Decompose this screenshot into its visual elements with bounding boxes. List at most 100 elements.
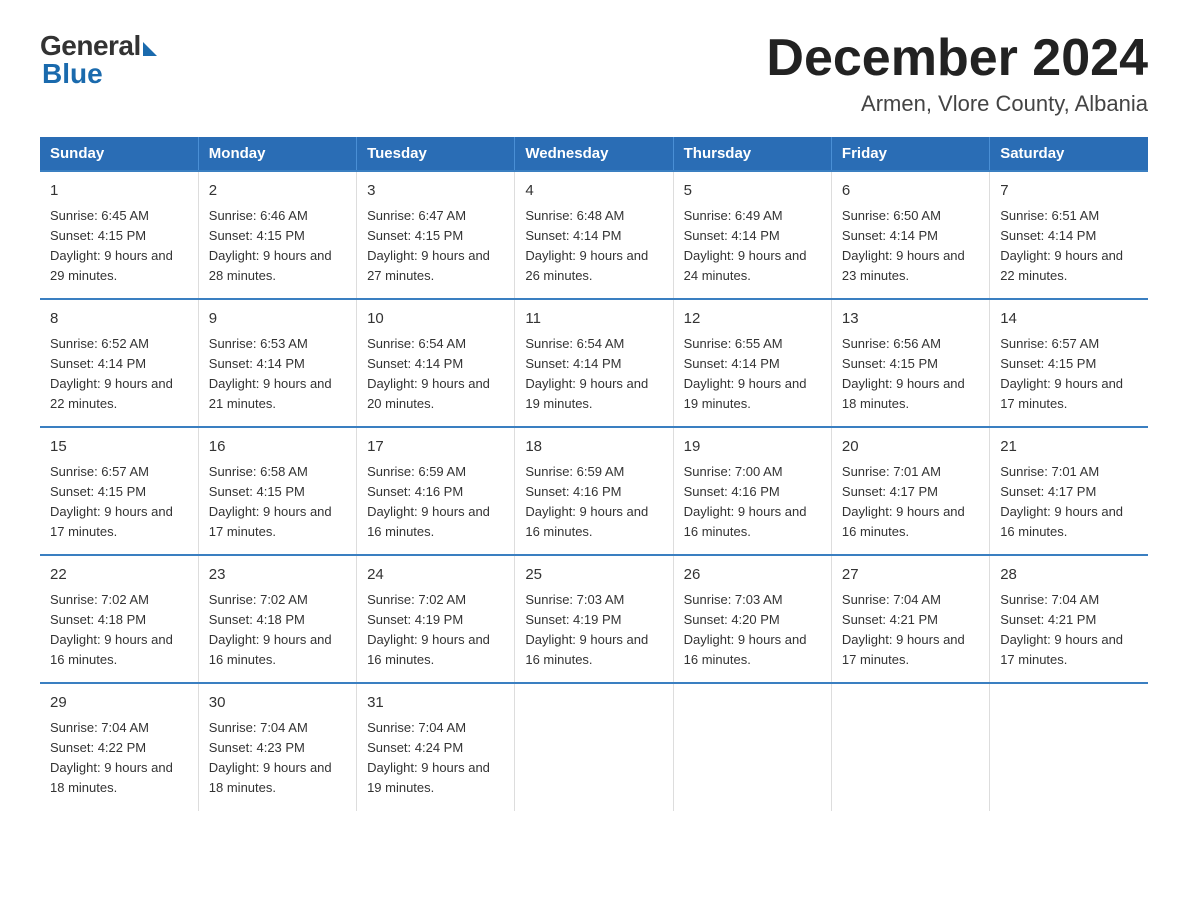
day-number: 23	[209, 564, 346, 587]
calendar-cell	[990, 683, 1148, 810]
day-number: 15	[50, 436, 188, 459]
day-info: Sunrise: 7:00 AMSunset: 4:16 PMDaylight:…	[684, 462, 821, 543]
day-info: Sunrise: 6:53 AMSunset: 4:14 PMDaylight:…	[209, 334, 346, 415]
header-saturday: Saturday	[990, 137, 1148, 171]
day-info: Sunrise: 7:02 AMSunset: 4:18 PMDaylight:…	[209, 590, 346, 671]
calendar-cell: 26 Sunrise: 7:03 AMSunset: 4:20 PMDayligh…	[673, 555, 831, 683]
day-number: 16	[209, 436, 346, 459]
calendar-cell: 8 Sunrise: 6:52 AMSunset: 4:14 PMDaylight…	[40, 299, 198, 427]
calendar-cell: 11Sunrise: 6:54 AMSunset: 4:14 PMDayligh…	[515, 299, 673, 427]
day-info: Sunrise: 6:58 AMSunset: 4:15 PMDaylight:…	[209, 462, 346, 543]
page-header: General Blue December 2024 Armen, Vlore …	[40, 30, 1148, 117]
day-number: 13	[842, 308, 979, 331]
day-info: Sunrise: 7:02 AMSunset: 4:18 PMDaylight:…	[50, 590, 188, 671]
calendar-cell: 29 Sunrise: 7:04 AMSunset: 4:22 PMDayligh…	[40, 683, 198, 810]
day-number: 31	[367, 692, 504, 715]
day-info: Sunrise: 6:59 AMSunset: 4:16 PMDaylight:…	[525, 462, 662, 543]
day-info: Sunrise: 6:59 AMSunset: 4:16 PMDaylight:…	[367, 462, 504, 543]
calendar-cell: 16 Sunrise: 6:58 AMSunset: 4:15 PMDayligh…	[198, 427, 356, 555]
day-number: 21	[1000, 436, 1138, 459]
title-block: December 2024 Armen, Vlore County, Alban…	[766, 30, 1148, 117]
calendar-body: 1 Sunrise: 6:45 AMSunset: 4:15 PMDaylight…	[40, 171, 1148, 810]
day-info: Sunrise: 7:04 AMSunset: 4:23 PMDaylight:…	[209, 718, 346, 799]
calendar-cell: 5 Sunrise: 6:49 AMSunset: 4:14 PMDaylight…	[673, 171, 831, 299]
calendar-cell: 25 Sunrise: 7:03 AMSunset: 4:19 PMDayligh…	[515, 555, 673, 683]
logo: General Blue	[40, 30, 157, 90]
day-info: Sunrise: 6:45 AMSunset: 4:15 PMDaylight:…	[50, 206, 188, 287]
calendar-cell: 23 Sunrise: 7:02 AMSunset: 4:18 PMDayligh…	[198, 555, 356, 683]
calendar-cell: 27Sunrise: 7:04 AMSunset: 4:21 PMDayligh…	[831, 555, 989, 683]
calendar-cell	[673, 683, 831, 810]
day-info: Sunrise: 7:03 AMSunset: 4:19 PMDaylight:…	[525, 590, 662, 671]
calendar-cell: 18 Sunrise: 6:59 AMSunset: 4:16 PMDayligh…	[515, 427, 673, 555]
day-number: 25	[525, 564, 662, 587]
day-info: Sunrise: 7:01 AMSunset: 4:17 PMDaylight:…	[842, 462, 979, 543]
day-info: Sunrise: 6:46 AMSunset: 4:15 PMDaylight:…	[209, 206, 346, 287]
day-number: 4	[525, 180, 662, 203]
week-row-3: 15 Sunrise: 6:57 AMSunset: 4:15 PMDayligh…	[40, 427, 1148, 555]
calendar-cell: 22Sunrise: 7:02 AMSunset: 4:18 PMDayligh…	[40, 555, 198, 683]
calendar-cell: 9 Sunrise: 6:53 AMSunset: 4:14 PMDaylight…	[198, 299, 356, 427]
day-info: Sunrise: 6:54 AMSunset: 4:14 PMDaylight:…	[525, 334, 662, 415]
calendar-cell: 7Sunrise: 6:51 AMSunset: 4:14 PMDaylight…	[990, 171, 1148, 299]
calendar-cell: 15 Sunrise: 6:57 AMSunset: 4:15 PMDayligh…	[40, 427, 198, 555]
day-number: 8	[50, 308, 188, 331]
day-number: 6	[842, 180, 979, 203]
day-number: 27	[842, 564, 979, 587]
day-info: Sunrise: 7:04 AMSunset: 4:22 PMDaylight:…	[50, 718, 188, 799]
day-number: 9	[209, 308, 346, 331]
day-info: Sunrise: 6:57 AMSunset: 4:15 PMDaylight:…	[50, 462, 188, 543]
day-number: 17	[367, 436, 504, 459]
day-number: 12	[684, 308, 821, 331]
day-info: Sunrise: 6:56 AMSunset: 4:15 PMDaylight:…	[842, 334, 979, 415]
calendar-cell: 28Sunrise: 7:04 AMSunset: 4:21 PMDayligh…	[990, 555, 1148, 683]
calendar-cell	[515, 683, 673, 810]
day-info: Sunrise: 6:51 AMSunset: 4:14 PMDaylight:…	[1000, 206, 1138, 287]
week-row-4: 22Sunrise: 7:02 AMSunset: 4:18 PMDayligh…	[40, 555, 1148, 683]
calendar-cell: 30 Sunrise: 7:04 AMSunset: 4:23 PMDayligh…	[198, 683, 356, 810]
calendar-cell: 4 Sunrise: 6:48 AMSunset: 4:14 PMDaylight…	[515, 171, 673, 299]
day-number: 1	[50, 180, 188, 203]
calendar-cell: 14 Sunrise: 6:57 AMSunset: 4:15 PMDayligh…	[990, 299, 1148, 427]
day-info: Sunrise: 7:04 AMSunset: 4:24 PMDaylight:…	[367, 718, 504, 799]
calendar-table: SundayMondayTuesdayWednesdayThursdayFrid…	[40, 137, 1148, 810]
logo-blue-text: Blue	[40, 58, 103, 90]
day-number: 18	[525, 436, 662, 459]
calendar-cell: 17 Sunrise: 6:59 AMSunset: 4:16 PMDayligh…	[357, 427, 515, 555]
header-tuesday: Tuesday	[357, 137, 515, 171]
header-thursday: Thursday	[673, 137, 831, 171]
day-number: 26	[684, 564, 821, 587]
calendar-cell: 12Sunrise: 6:55 AMSunset: 4:14 PMDayligh…	[673, 299, 831, 427]
day-info: Sunrise: 6:47 AMSunset: 4:15 PMDaylight:…	[367, 206, 504, 287]
day-info: Sunrise: 6:50 AMSunset: 4:14 PMDaylight:…	[842, 206, 979, 287]
day-number: 29	[50, 692, 188, 715]
calendar-cell: 6 Sunrise: 6:50 AMSunset: 4:14 PMDaylight…	[831, 171, 989, 299]
week-row-1: 1 Sunrise: 6:45 AMSunset: 4:15 PMDaylight…	[40, 171, 1148, 299]
day-number: 24	[367, 564, 504, 587]
calendar-cell: 1 Sunrise: 6:45 AMSunset: 4:15 PMDaylight…	[40, 171, 198, 299]
header-sunday: Sunday	[40, 137, 198, 171]
calendar-cell: 20 Sunrise: 7:01 AMSunset: 4:17 PMDayligh…	[831, 427, 989, 555]
day-info: Sunrise: 6:48 AMSunset: 4:14 PMDaylight:…	[525, 206, 662, 287]
day-number: 30	[209, 692, 346, 715]
day-info: Sunrise: 7:04 AMSunset: 4:21 PMDaylight:…	[1000, 590, 1138, 671]
logo-triangle-icon	[143, 42, 157, 56]
week-row-2: 8 Sunrise: 6:52 AMSunset: 4:14 PMDaylight…	[40, 299, 1148, 427]
day-number: 5	[684, 180, 821, 203]
day-info: Sunrise: 7:03 AMSunset: 4:20 PMDaylight:…	[684, 590, 821, 671]
header-monday: Monday	[198, 137, 356, 171]
day-number: 19	[684, 436, 821, 459]
calendar-cell: 3 Sunrise: 6:47 AMSunset: 4:15 PMDaylight…	[357, 171, 515, 299]
day-info: Sunrise: 6:52 AMSunset: 4:14 PMDaylight:…	[50, 334, 188, 415]
day-number: 20	[842, 436, 979, 459]
day-number: 3	[367, 180, 504, 203]
location-subtitle: Armen, Vlore County, Albania	[766, 91, 1148, 117]
day-info: Sunrise: 6:49 AMSunset: 4:14 PMDaylight:…	[684, 206, 821, 287]
day-info: Sunrise: 6:57 AMSunset: 4:15 PMDaylight:…	[1000, 334, 1138, 415]
month-title: December 2024	[766, 30, 1148, 87]
day-number: 14	[1000, 308, 1138, 331]
header-wednesday: Wednesday	[515, 137, 673, 171]
day-info: Sunrise: 6:54 AMSunset: 4:14 PMDaylight:…	[367, 334, 504, 415]
calendar-cell: 31 Sunrise: 7:04 AMSunset: 4:24 PMDayligh…	[357, 683, 515, 810]
calendar-cell	[831, 683, 989, 810]
